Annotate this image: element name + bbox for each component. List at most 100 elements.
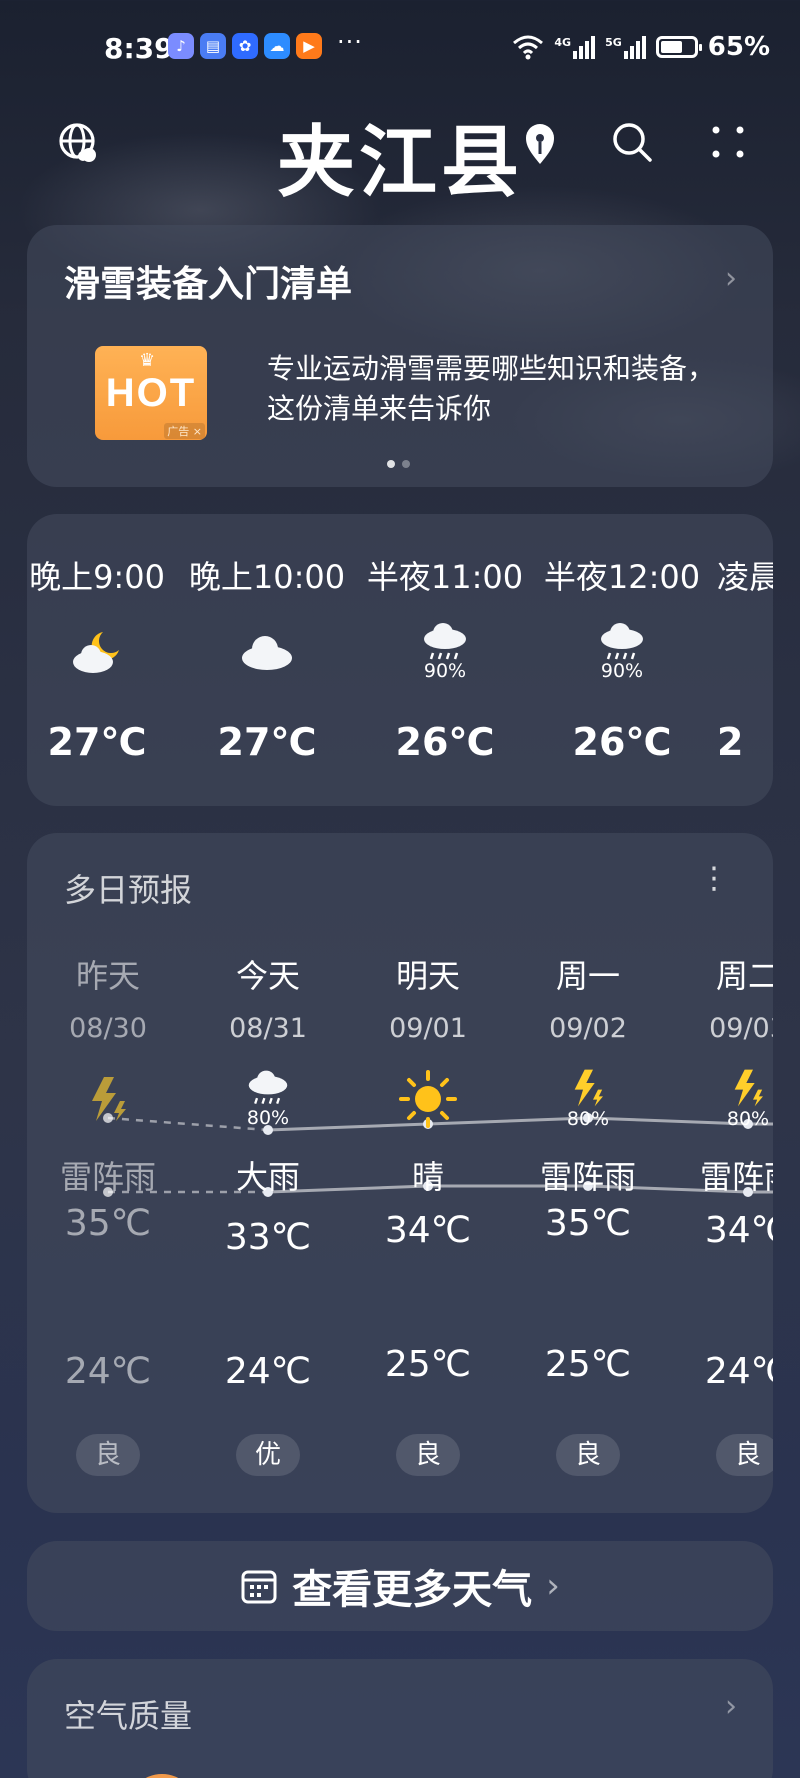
day-name: 今天 bbox=[235, 957, 300, 995]
day-precip: 80% bbox=[246, 1107, 290, 1129]
day-column[interactable]: 周一 09/02 80% 雷阵雨 bbox=[513, 951, 663, 1198]
high-temp: 34℃ bbox=[384, 1210, 472, 1251]
day-name: 明天 bbox=[395, 957, 460, 995]
location-pin-icon[interactable] bbox=[522, 122, 558, 166]
ad-hot-image[interactable]: ♛ HOT 广告 × bbox=[95, 346, 207, 440]
more-menu-icon[interactable] bbox=[708, 122, 748, 162]
status-right: 4G 5G 65% bbox=[512, 32, 770, 62]
music-app-icon: ♪ bbox=[168, 33, 194, 59]
hourly-forecast-card[interactable]: 晚上9:00 27℃ 晚上10:00 27℃ 半夜11:00 90% 26℃ 半… bbox=[27, 514, 773, 806]
network-4g-label: 4G bbox=[554, 35, 572, 49]
city-title-wrap: 夹江县 bbox=[0, 100, 800, 212]
aqi-badge: 良 bbox=[76, 1434, 140, 1476]
thunder-icon: 80% bbox=[513, 1064, 663, 1134]
more-weather-button[interactable]: 查看更多天气 › bbox=[27, 1541, 773, 1631]
day-date: 08/30 bbox=[69, 1013, 147, 1044]
network-5g-label: 5G bbox=[605, 35, 622, 49]
status-time: 8:39 bbox=[104, 32, 174, 65]
rain-icon bbox=[717, 612, 773, 692]
sun-icon bbox=[353, 1064, 503, 1134]
chevron-right-icon[interactable]: › bbox=[725, 261, 737, 296]
ad-close-tag[interactable]: 广告 × bbox=[164, 423, 205, 439]
high-temp: 35℃ bbox=[544, 1203, 632, 1244]
city-title[interactable]: 夹江县 bbox=[277, 100, 523, 212]
hour-temp: 27℃ bbox=[47, 720, 147, 764]
calendar-icon bbox=[241, 1570, 277, 1604]
day-condition: 晴 bbox=[411, 1158, 444, 1196]
hour-time: 半夜11:00 bbox=[366, 558, 524, 596]
moon-cloud-icon bbox=[27, 612, 187, 692]
day-column[interactable]: 昨天 08/30 雷阵雨 bbox=[33, 951, 183, 1198]
hour-time: 凌晨 bbox=[717, 558, 773, 596]
signal-5g-icon: 5G bbox=[605, 35, 646, 59]
hour-item: 凌晨 2 bbox=[717, 552, 773, 764]
day-precip: 80% bbox=[566, 1108, 610, 1130]
hour-temp: 26℃ bbox=[395, 720, 495, 764]
day-condition: 雷阵雨 bbox=[59, 1158, 156, 1196]
ad-description: 专业运动滑雪需要哪些知识和装备，这份清单来告诉你 bbox=[267, 352, 716, 425]
hour-precip: 90% bbox=[423, 660, 467, 682]
page-dot bbox=[402, 460, 410, 468]
day-condition: 雷阵雨 bbox=[539, 1158, 636, 1196]
battery-icon bbox=[655, 36, 702, 58]
thunder-icon bbox=[33, 1064, 183, 1134]
day-precip: 80% bbox=[726, 1108, 770, 1130]
hour-time: 晚上10:00 bbox=[188, 558, 346, 596]
status-more-icon: ··· bbox=[337, 28, 363, 56]
daily-forecast-card[interactable]: 多日预报 ⋮ 昨天 08/30 雷阵雨 今天 08/31 80% 大雨 明天 0… bbox=[27, 833, 773, 1513]
thunder-icon: 80% bbox=[673, 1064, 773, 1134]
battery-percent: 65% bbox=[707, 32, 770, 62]
hour-time: 半夜12:00 bbox=[543, 558, 701, 596]
high-temp: 34℃ bbox=[704, 1210, 773, 1251]
chevron-right-icon: › bbox=[546, 1566, 560, 1606]
high-temp: 33℃ bbox=[224, 1217, 312, 1258]
hour-item: 半夜11:00 90% 26℃ bbox=[355, 552, 535, 764]
rain-icon: 80% bbox=[193, 1064, 343, 1134]
day-name: 周二 bbox=[715, 957, 773, 995]
rain-icon: 90% bbox=[355, 612, 535, 692]
status-bar: 8:39 ♪ ▤ ✿ ☁ ▶ ··· 4G 5G 65% bbox=[0, 0, 800, 96]
low-temp: 24℃ bbox=[704, 1351, 773, 1392]
day-column[interactable]: 今天 08/31 80% 大雨 bbox=[193, 951, 343, 1198]
ad-card[interactable]: 滑雪装备入门清单 › ♛ HOT 广告 × 专业运动滑雪需要哪些知识和装备，这份… bbox=[27, 225, 773, 487]
day-date: 09/01 bbox=[389, 1013, 467, 1044]
aqi-badge: 良 bbox=[556, 1434, 620, 1476]
hour-temp: 26℃ bbox=[572, 720, 672, 764]
more-weather-label: 查看更多天气 bbox=[292, 1567, 533, 1613]
app-header: 夹江县 bbox=[0, 100, 800, 208]
wifi-icon bbox=[513, 35, 544, 60]
aqi-gauge-icon bbox=[127, 1774, 197, 1778]
education-app-icon: ▤ bbox=[200, 33, 226, 59]
day-name: 周一 bbox=[555, 957, 620, 995]
aqi-badge: 良 bbox=[716, 1434, 773, 1476]
hour-item: 半夜12:00 90% 26℃ bbox=[532, 552, 712, 764]
day-column[interactable]: 周二 09/03 80% 雷阵雨 bbox=[673, 951, 773, 1198]
status-app-icons: ♪ ▤ ✿ ☁ ▶ bbox=[168, 33, 322, 59]
hour-item: 晚上9:00 27℃ bbox=[27, 552, 187, 764]
aqi-badge: 优 bbox=[236, 1434, 300, 1476]
signal-4g-icon: 4G bbox=[554, 35, 596, 59]
air-quality-card[interactable]: 空气质量 › bbox=[27, 1659, 773, 1778]
baidu-app-icon: ✿ bbox=[232, 33, 258, 59]
ad-page-indicator bbox=[387, 460, 410, 468]
low-temp: 24℃ bbox=[64, 1351, 152, 1392]
day-date: 09/02 bbox=[549, 1013, 627, 1044]
low-temp: 24℃ bbox=[224, 1351, 312, 1392]
day-date: 08/31 bbox=[229, 1013, 307, 1044]
day-condition: 雷阵雨 bbox=[699, 1158, 773, 1196]
day-name: 昨天 bbox=[75, 957, 140, 995]
hour-time: 晚上9:00 bbox=[29, 558, 165, 596]
page-dot bbox=[387, 460, 395, 468]
cloud-icon bbox=[177, 612, 357, 692]
ad-hot-text: HOT bbox=[105, 370, 197, 415]
day-condition: 大雨 bbox=[235, 1158, 300, 1196]
day-column[interactable]: 明天 09/01 晴 bbox=[353, 951, 503, 1198]
search-icon[interactable] bbox=[610, 120, 654, 164]
low-temp: 25℃ bbox=[384, 1344, 472, 1385]
air-quality-title: 空气质量 bbox=[64, 1697, 193, 1735]
chevron-right-icon[interactable]: › bbox=[725, 1689, 737, 1724]
hour-temp: 27℃ bbox=[217, 720, 317, 764]
rain-icon: 90% bbox=[532, 612, 712, 692]
video-app-icon: ▶ bbox=[296, 33, 322, 59]
hour-precip: 90% bbox=[600, 660, 644, 682]
